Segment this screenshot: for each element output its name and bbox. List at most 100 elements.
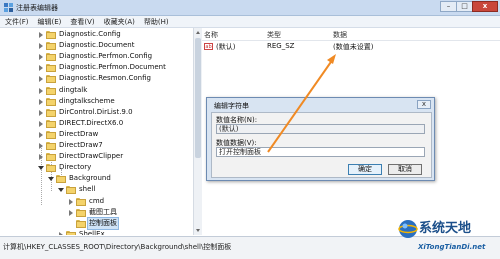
tree-scrollbar[interactable] <box>193 28 202 235</box>
collapsed-arrow-icon[interactable] <box>38 107 44 118</box>
window-title: 注册表编辑器 <box>16 4 58 12</box>
tree-item[interactable]: Background <box>48 173 112 184</box>
collapsed-arrow-icon[interactable] <box>38 85 44 96</box>
folder-icon <box>66 230 76 235</box>
menu-file[interactable]: 文件(F) <box>0 16 33 27</box>
value-type: REG_SZ <box>267 42 295 50</box>
tree-item[interactable]: cmd <box>68 196 105 207</box>
value-row[interactable]: ab (默认) REG_SZ (数值未设置) <box>202 41 500 52</box>
collapsed-arrow-icon[interactable] <box>38 151 44 162</box>
tree-item-label: Diagnostic.Document <box>59 41 135 49</box>
folder-icon <box>46 41 56 50</box>
collapsed-arrow-icon[interactable] <box>38 118 44 129</box>
collapsed-arrow-icon[interactable] <box>68 196 74 207</box>
tree-item-label: Directory <box>59 163 92 171</box>
string-value-icon: ab <box>204 43 213 50</box>
tree-item-label: 控制面板 <box>87 217 119 230</box>
collapsed-arrow-icon[interactable] <box>38 40 44 51</box>
column-data[interactable]: 数据 <box>333 30 347 40</box>
tree-item[interactable]: shell <box>58 184 96 195</box>
tree-item-label: dingtalkscheme <box>59 97 115 105</box>
tree-item[interactable]: Directory <box>38 162 92 173</box>
tree-item[interactable]: dingtalk <box>38 85 88 96</box>
tree-item[interactable]: Diagnostic.Document <box>38 40 135 51</box>
maximize-button[interactable]: □ <box>456 1 473 12</box>
scroll-up-icon[interactable] <box>194 28 202 37</box>
column-type[interactable]: 类型 <box>267 30 281 40</box>
dialog-close-button[interactable]: x <box>417 100 431 109</box>
menu-edit[interactable]: 编辑(E) <box>33 16 66 27</box>
watermark-url: XiTongTianDi.net <box>418 243 486 251</box>
tree-item-label: DirectDrawClipper <box>59 152 124 160</box>
watermark-title: 系统天地 <box>419 221 472 236</box>
tree-item-label: DirControl.DirList.9.0 <box>59 108 133 116</box>
ok-button[interactable]: 确定 <box>348 164 382 175</box>
collapsed-arrow-icon[interactable] <box>38 129 44 140</box>
menu-view[interactable]: 查看(V) <box>65 16 98 27</box>
folder-icon <box>76 219 86 228</box>
collapsed-arrow-icon[interactable] <box>38 140 44 151</box>
collapsed-arrow-icon[interactable] <box>38 62 44 73</box>
close-button[interactable]: x <box>472 1 498 12</box>
collapsed-arrow-icon[interactable] <box>38 29 44 40</box>
collapsed-arrow-icon[interactable] <box>38 51 44 62</box>
menu-favorites[interactable]: 收藏夹(A) <box>99 16 139 27</box>
value-name: (默认) <box>216 43 236 51</box>
collapsed-arrow-icon[interactable] <box>58 229 64 235</box>
cancel-button[interactable]: 取消 <box>388 164 422 175</box>
tree-item[interactable]: 截图工具 <box>68 207 118 218</box>
minimize-icon: – <box>446 2 451 10</box>
tree-item-label: 截图工具 <box>89 208 117 216</box>
scroll-thumb[interactable] <box>195 38 201 158</box>
dialog-title: 编辑字符串 <box>214 102 249 110</box>
folder-icon <box>46 52 56 61</box>
folder-icon <box>46 152 56 161</box>
tree-item-label: cmd <box>89 197 105 205</box>
tree-item-label: shell <box>79 185 96 193</box>
edit-string-dialog: 编辑字符串 x 数值名称(N): (默认) 数值数据(V): 打开控制面板 确定… <box>206 97 435 181</box>
folder-icon <box>46 74 56 83</box>
minimize-button[interactable]: – <box>440 1 457 12</box>
dialog-body: 数值名称(N): (默认) 数值数据(V): 打开控制面板 确定 取消 <box>211 112 432 178</box>
tree-item[interactable]: DirectDrawClipper <box>38 151 124 162</box>
expanded-arrow-icon[interactable] <box>48 173 54 184</box>
menu-help[interactable]: 帮助(H) <box>139 16 173 27</box>
tree-item[interactable]: ShellEx <box>58 229 106 235</box>
tree-item[interactable]: Diagnostic.Perfmon.Config <box>38 51 153 62</box>
tree-item[interactable]: Diagnostic.Resmon.Config <box>38 73 152 84</box>
collapsed-arrow-icon[interactable] <box>38 73 44 84</box>
watermark-logo: 系统天地 XiTongTianDi.net <box>397 215 500 258</box>
menu-bar: 文件(F) 编辑(E) 查看(V) 收藏夹(A) 帮助(H) <box>0 16 500 28</box>
column-name[interactable]: 名称 <box>204 30 218 40</box>
expanded-arrow-icon[interactable] <box>58 184 64 195</box>
close-icon: x <box>482 2 488 10</box>
tree-item-label: DIRECT.DirectX6.0 <box>59 119 124 127</box>
value-name-field: (默认) <box>216 124 425 134</box>
value-data: (数值未设置) <box>333 43 374 51</box>
expanded-arrow-icon[interactable] <box>38 162 44 173</box>
tree-item[interactable]: Diagnostic.Perfmon.Document <box>38 62 167 73</box>
tree-item[interactable]: DIRECT.DirectX6.0 <box>38 118 124 129</box>
tree-item[interactable]: DirectDraw7 <box>38 140 104 151</box>
folder-icon <box>46 130 56 139</box>
close-icon: x <box>421 100 427 108</box>
tree-item[interactable]: 控制面板 <box>68 217 119 230</box>
folder-icon <box>76 197 86 206</box>
folder-icon <box>46 86 56 95</box>
collapsed-arrow-icon[interactable] <box>68 207 74 218</box>
tree-item-label: DirectDraw <box>59 130 99 138</box>
folder-icon <box>66 185 76 194</box>
value-data-field[interactable]: 打开控制面板 <box>216 147 425 157</box>
folder-icon <box>76 208 86 217</box>
scroll-down-icon[interactable] <box>194 226 202 235</box>
tree-item[interactable]: DirControl.DirList.9.0 <box>38 107 134 118</box>
tree-item[interactable]: Diagnostic.Config <box>38 29 122 40</box>
window-controls: – □ x <box>440 1 498 13</box>
registry-editor-window: 注册表编辑器 – □ x 文件(F) 编辑(E) 查看(V) 收藏夹(A) 帮助… <box>0 0 500 259</box>
tree-item[interactable]: DirectDraw <box>38 129 99 140</box>
collapsed-arrow-icon[interactable] <box>38 96 44 107</box>
tree-item[interactable]: dingtalkscheme <box>38 96 116 107</box>
maximize-icon: □ <box>461 2 468 10</box>
tree-item-label: ShellEx <box>79 230 105 235</box>
